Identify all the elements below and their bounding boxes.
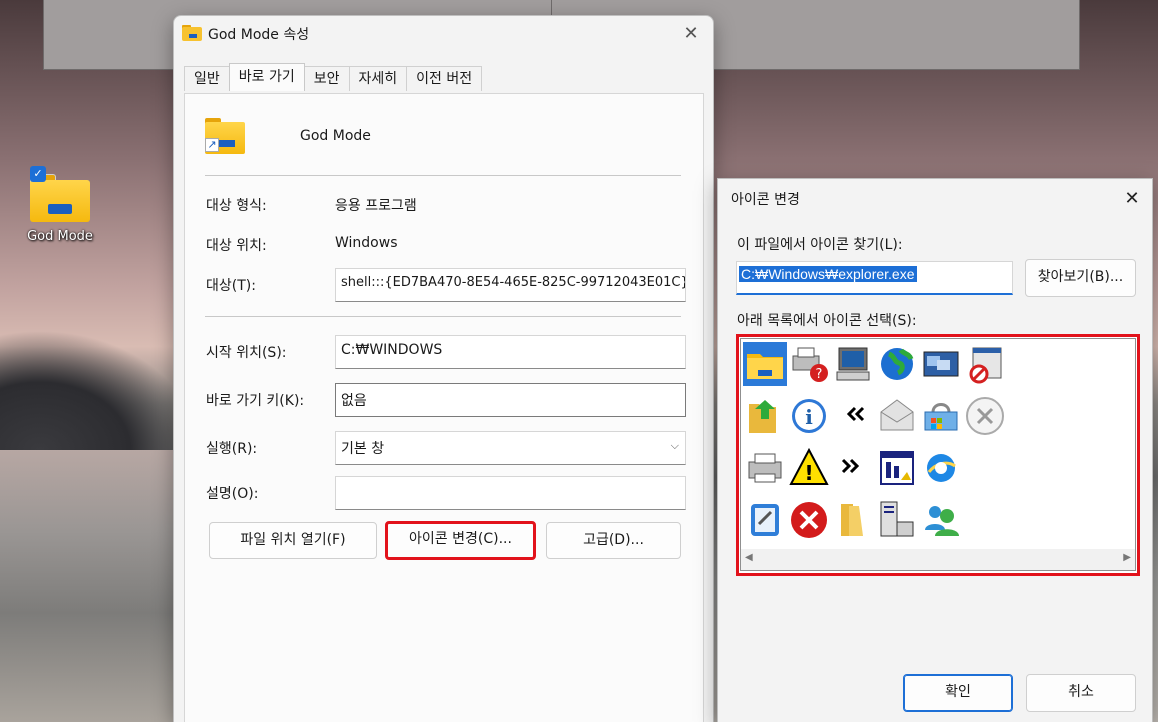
desktop-wallpaper-hill	[0, 330, 200, 450]
run-label: 실행(R):	[206, 441, 258, 457]
run-select[interactable]: 기본 창 ⌵	[335, 431, 686, 465]
comment-label: 설명(O):	[206, 486, 259, 502]
change-icon-title: 아이콘 변경	[731, 192, 800, 208]
shortcut-name: God Mode	[300, 128, 371, 144]
tab-security[interactable]: 보안	[303, 66, 350, 91]
notepad-icon[interactable]	[743, 498, 787, 542]
start-in-input[interactable]: C:₩WINDOWS	[335, 335, 686, 369]
svg-text:?: ?	[816, 367, 823, 382]
select-icon-label: 아래 목록에서 아이콘 선택(S):	[737, 313, 917, 329]
change-icon-titlebar[interactable]: 아이콘 변경 ✕	[718, 179, 1152, 215]
globe-icon[interactable]	[875, 342, 919, 386]
icon-file-path-input[interactable]: C:₩Windows₩explorer.exe	[736, 261, 1013, 295]
folder-icon	[182, 25, 202, 41]
svg-text:!: !	[804, 461, 813, 485]
checkbox-checked-icon[interactable]: ✓	[30, 166, 46, 182]
target-type-label: 대상 형식:	[206, 198, 267, 214]
desktop-wallpaper-lake	[0, 450, 200, 722]
shortcut-arrow-icon: ↗	[205, 138, 219, 152]
browse-button[interactable]: 찾아보기(B)...	[1025, 259, 1136, 297]
folder-open-icon[interactable]	[831, 498, 875, 542]
icon-file-path-text: C:₩Windows₩explorer.exe	[739, 266, 917, 282]
open-file-location-button[interactable]: 파일 위치 열기(F)	[209, 522, 377, 559]
shortcut-tab-panel: ↗ God Mode 대상 형식: 응용 프로그램 대상 위치: Windows…	[184, 93, 704, 722]
users-icon[interactable]	[919, 498, 963, 542]
start-in-label: 시작 위치(S):	[206, 345, 287, 361]
error-icon[interactable]	[787, 498, 831, 542]
tab-bar: 일반 바로 가기 보안 자세히 이전 버전	[184, 63, 483, 92]
close-icon[interactable]: ✕	[679, 22, 703, 46]
horizontal-scrollbar[interactable]: ◀ ▶	[740, 549, 1136, 571]
target-type-value: 응용 프로그램	[335, 198, 417, 214]
cancel-circle-icon[interactable]	[963, 394, 1007, 438]
divider	[205, 175, 681, 176]
computer-icon[interactable]	[831, 342, 875, 386]
shopping-basket-icon[interactable]	[919, 394, 963, 438]
divider	[205, 316, 681, 317]
svg-text:i: i	[805, 405, 813, 429]
close-icon[interactable]: ✕	[1120, 187, 1144, 211]
target-location-value: Windows	[335, 235, 398, 251]
double-chevron-left-icon[interactable]	[831, 394, 875, 438]
target-label: 대상(T):	[206, 278, 256, 294]
properties-title: God Mode 속성	[208, 27, 310, 43]
scroll-left-icon[interactable]: ◀	[745, 552, 753, 563]
shortcut-folder-icon: ↗	[205, 118, 247, 154]
double-chevron-right-icon[interactable]	[831, 446, 875, 490]
info-icon[interactable]: i	[787, 394, 831, 438]
icon-list-highlight: ? i ! ◀ ▶	[736, 334, 1140, 576]
run-select-value: 기본 창	[341, 441, 385, 457]
look-for-label: 이 파일에서 아이콘 찾기(L):	[737, 237, 903, 253]
folder-up-icon[interactable]	[743, 394, 787, 438]
window-chart-icon[interactable]	[875, 446, 919, 490]
advanced-button[interactable]: 고급(D)...	[546, 522, 681, 559]
blocked-window-icon[interactable]	[963, 342, 1007, 386]
warning-icon[interactable]: !	[787, 446, 831, 490]
desktop-icon-label: God Mode	[27, 229, 93, 244]
cancel-button[interactable]: 취소	[1026, 674, 1136, 712]
properties-titlebar[interactable]: God Mode 속성 ✕	[174, 16, 713, 52]
tab-shortcut[interactable]: 바로 가기	[228, 63, 305, 91]
change-icon-dialog: 아이콘 변경 ✕ 이 파일에서 아이콘 찾기(L): C:₩Windows₩ex…	[717, 178, 1153, 722]
tab-previous-versions[interactable]: 이전 버전	[406, 66, 483, 91]
comment-input[interactable]	[335, 476, 686, 510]
target-location-label: 대상 위치:	[206, 238, 267, 254]
target-input[interactable]: shell:::{ED7BA470-8E54-465E-825C-9971204…	[335, 268, 686, 302]
windows-stack-icon[interactable]	[919, 342, 963, 386]
printer-icon[interactable]	[743, 446, 787, 490]
printer-help-icon[interactable]: ?	[787, 342, 831, 386]
scroll-right-icon[interactable]: ▶	[1123, 552, 1131, 563]
desktop-shortcut-god-mode[interactable]: ✓ God Mode	[20, 162, 100, 252]
ok-button[interactable]: 확인	[903, 674, 1013, 712]
change-icon-button[interactable]: 아이콘 변경(C)...	[385, 521, 536, 560]
envelope-icon[interactable]	[875, 394, 919, 438]
shortcut-key-input[interactable]: 없음	[335, 383, 686, 417]
server-icon[interactable]	[875, 498, 919, 542]
tab-details[interactable]: 자세히	[348, 66, 408, 91]
tab-general[interactable]: 일반	[184, 66, 230, 91]
internet-explorer-icon[interactable]	[919, 446, 963, 490]
properties-dialog: God Mode 속성 ✕ 일반 바로 가기 보안 자세히 이전 버전 ↗ Go…	[173, 15, 714, 722]
icon-list[interactable]: ? i !	[740, 338, 1136, 550]
chevron-down-icon: ⌵	[670, 439, 679, 452]
shortcut-key-label: 바로 가기 키(K):	[206, 393, 305, 409]
folder-icon[interactable]	[743, 342, 787, 386]
